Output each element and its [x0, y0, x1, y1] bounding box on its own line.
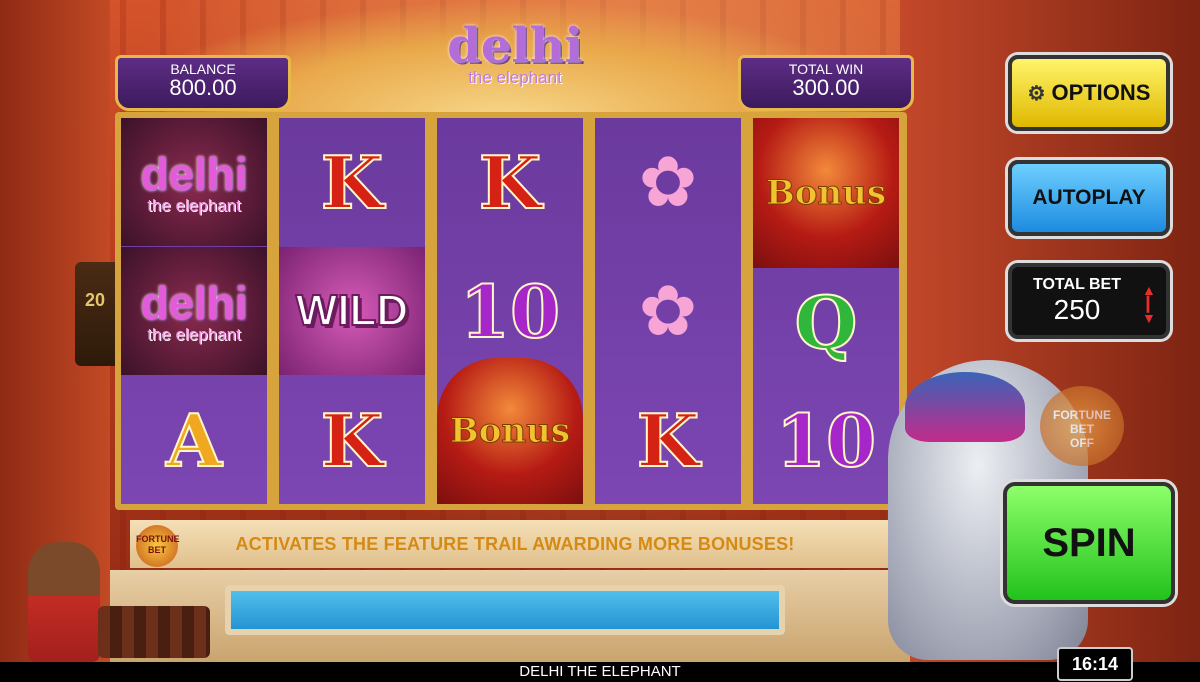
info-banner: ACTIVATES THE FEATURE TRAIL AWARDING MOR…: [130, 520, 900, 568]
total-bet-value: 250: [1053, 294, 1101, 325]
symbol-bonus-text: Bonus: [766, 173, 887, 214]
symbol-wild: WILD: [279, 247, 425, 375]
reel-2: K WILD K: [279, 118, 425, 504]
delhi-symbol-title: delhi: [140, 276, 248, 329]
total-bet-button[interactable]: TOTAL BET 250 ▲ ┃ ▼: [1008, 263, 1170, 339]
reel-3: K 10 Bonus: [437, 118, 583, 504]
symbol-k-text: K: [636, 397, 701, 484]
suitcase: [98, 606, 210, 658]
symbol-ten: 10: [753, 376, 899, 504]
total-win-meter: TOTAL WIN 300.00: [738, 55, 914, 111]
footer-title: DELHI THE ELEPHANT: [519, 663, 681, 680]
fortune-bet-state: OFF: [1070, 436, 1094, 450]
autoplay-label: AUTOPLAY: [1032, 186, 1146, 209]
fortune-bet-line2: BET: [1070, 422, 1094, 436]
up-down-arrows-icon: ▲ ┃ ▼: [1142, 282, 1156, 326]
delhi-symbol-subtitle: the elephant: [147, 195, 241, 215]
elephant-headdress: [905, 372, 1025, 442]
symbol-k: K: [279, 118, 425, 246]
symbol-ten-text: 10: [459, 268, 561, 355]
symbol-ten: 10: [437, 247, 583, 375]
symbol-q: Q: [753, 258, 899, 386]
symbol-k: K: [595, 376, 741, 504]
reel-5: Bonus Q 10: [753, 118, 899, 504]
fortune-bet-toggle[interactable]: FORTUNE BET OFF: [1040, 386, 1124, 466]
fortune-bet-badge: FORTUNE BET: [136, 525, 180, 567]
symbol-k-text: K: [320, 397, 385, 484]
delhi-symbol-title: delhi: [140, 147, 248, 200]
clock: 16:14: [1057, 647, 1133, 681]
lotus-icon: ✿: [638, 272, 698, 350]
banner-message: ACTIVATES THE FEATURE TRAIL AWARDING MOR…: [235, 534, 795, 554]
logo-title: delhi: [447, 18, 583, 74]
symbol-a-text: A: [165, 397, 223, 484]
lotus-icon: ✿: [638, 143, 698, 221]
balance-value: 800.00: [169, 75, 237, 100]
reel-1: delhi the elephant delhi the elephant A: [121, 118, 267, 504]
monkey-bellhop: [28, 542, 100, 662]
balance-meter: BALANCE 800.00: [115, 55, 291, 111]
fortune-bet-line1: FORTUNE: [1053, 408, 1111, 422]
autoplay-button[interactable]: AUTOPLAY: [1008, 160, 1170, 236]
reel-grid: delhi the elephant delhi the elephant A K …: [115, 112, 907, 510]
footer-bar: DELHI THE ELEPHANT: [0, 662, 1200, 682]
symbol-a: A: [121, 376, 267, 504]
symbol-ten-text: 10: [775, 397, 877, 484]
delhi-symbol-subtitle: the elephant: [147, 324, 241, 344]
symbol-delhi: delhi the elephant: [121, 118, 267, 246]
game-logo: delhi the elephant: [430, 20, 600, 120]
symbol-wild-text: WILD: [295, 285, 409, 336]
gear-icon: ⚙: [1027, 82, 1046, 105]
spin-label: SPIN: [1042, 520, 1136, 565]
side-number: 20: [85, 290, 106, 310]
side-number-panel: 20: [75, 262, 115, 366]
total-bet-label: TOTAL BET: [1033, 276, 1121, 293]
symbol-lotus: ✿: [595, 247, 741, 375]
symbol-lotus: ✿: [595, 118, 741, 246]
water-pool: [225, 585, 785, 635]
reel-4: ✿ ✿ K: [595, 118, 741, 504]
symbol-k-text: K: [478, 139, 543, 226]
symbol-k: K: [279, 376, 425, 504]
symbol-delhi: delhi the elephant: [121, 247, 267, 375]
symbol-bonus-text: Bonus: [450, 411, 571, 452]
total-win-value: 300.00: [792, 75, 860, 100]
spin-button[interactable]: SPIN: [1003, 482, 1175, 604]
symbol-k-text: K: [320, 139, 385, 226]
symbol-bonus-peacock: Bonus: [753, 118, 899, 268]
symbol-bonus-peacock: Bonus: [437, 358, 583, 504]
symbol-k: K: [437, 118, 583, 246]
symbol-q-text: Q: [794, 279, 859, 366]
options-label: OPTIONS: [1051, 80, 1151, 105]
options-button[interactable]: ⚙ OPTIONS: [1008, 55, 1170, 131]
